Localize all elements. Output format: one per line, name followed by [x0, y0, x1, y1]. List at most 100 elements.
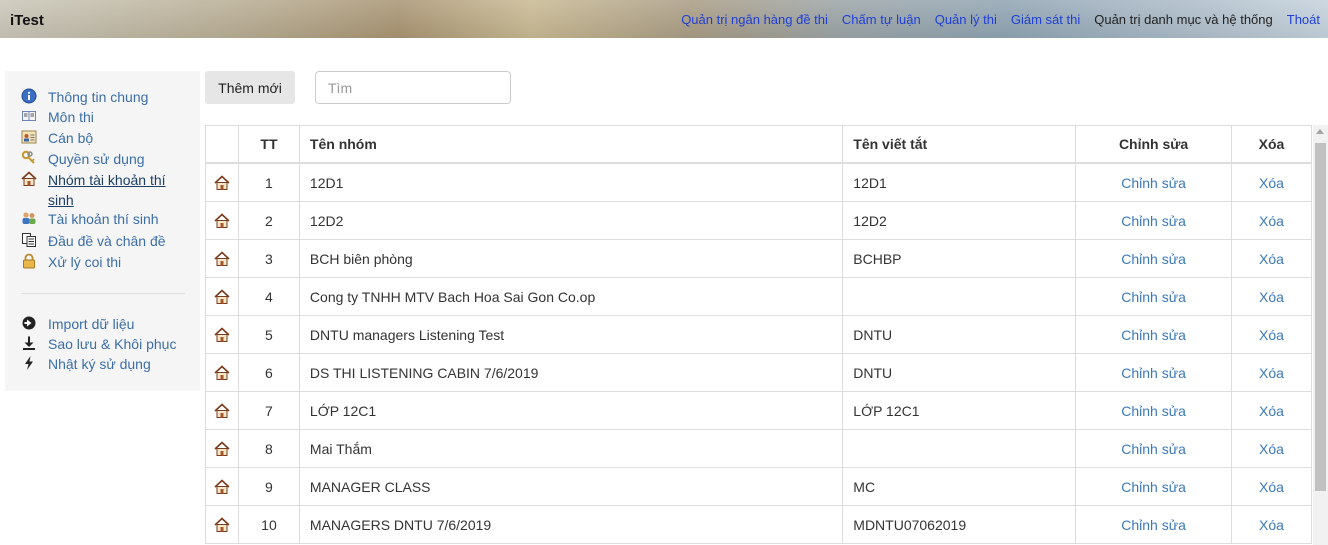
row-group-icon-cell[interactable] — [205, 277, 239, 316]
search-input[interactable] — [315, 71, 511, 104]
sidebar-item-label: Xử lý coi thi — [48, 254, 122, 270]
sidebar-item-label: Thông tin chung — [48, 89, 149, 105]
header-icon — [205, 125, 239, 164]
download-icon — [23, 336, 35, 350]
row-edit-link[interactable]: Chỉnh sửa — [1075, 505, 1232, 544]
row-group-name: LỚP 12C1 — [298, 391, 844, 430]
app-brand[interactable]: iTest — [10, 12, 44, 29]
table-row: 2 12D2 12D2 Chỉnh sửa Xóa — [205, 201, 1312, 240]
row-group-icon-cell[interactable] — [205, 239, 239, 278]
header-tt[interactable]: TT — [237, 125, 300, 164]
id-card-icon — [21, 130, 37, 144]
table-row: 8 Mai Thắm Chỉnh sửa Xóa — [205, 429, 1312, 468]
sidebar-item-proctoring[interactable]: Xử lý coi thi — [21, 252, 121, 272]
lock-icon — [23, 253, 35, 269]
scrollbar-thumb[interactable] — [1315, 143, 1326, 491]
row-edit-link[interactable]: Chỉnh sửa — [1075, 467, 1232, 506]
sidebar-item-label: Tài khoản thí sinh — [48, 211, 159, 227]
sidebar-item-label: Cán bộ — [48, 130, 94, 146]
row-delete-link[interactable]: Xóa — [1231, 315, 1312, 354]
row-delete-link[interactable]: Xóa — [1231, 391, 1312, 430]
row-delete-link[interactable]: Xóa — [1231, 467, 1312, 506]
row-group-icon-cell[interactable] — [205, 505, 239, 544]
row-delete-link[interactable]: Xóa — [1231, 429, 1312, 468]
sidebar-item-staff[interactable]: Cán bộ — [21, 128, 93, 148]
sidebar-item-label: Sao lưu & Khôi phục — [48, 336, 177, 352]
sidebar-item-student-accounts[interactable]: Tài khoản thí sinh — [21, 209, 159, 229]
sidebar-item-backup-restore[interactable]: Sao lưu & Khôi phục — [21, 334, 176, 354]
student-group-table: TT Tên nhóm Tên viết tắt Chỉnh sửa Xóa 1… — [205, 125, 1312, 544]
header-group-name[interactable]: Tên nhóm — [298, 125, 844, 164]
scroll-up-arrow[interactable] — [1316, 129, 1324, 134]
row-group-icon-cell[interactable] — [205, 162, 239, 202]
header-delete: Xóa — [1231, 125, 1312, 164]
book-icon — [22, 111, 36, 121]
sidebar-item-label: Quyền sử dụng — [48, 151, 145, 167]
add-new-button[interactable]: Thêm mới — [205, 71, 295, 104]
table-row: 1 12D1 12D1 Chỉnh sửa Xóa — [205, 162, 1312, 202]
top-nav-links: Quản trị ngân hàng đề thi Chấm tự luận Q… — [667, 12, 1320, 27]
nav-system-admin[interactable]: Quản trị danh mục và hệ thống — [1094, 12, 1273, 27]
row-tt: 10 — [237, 505, 300, 544]
sidebar-item-student-groups[interactable]: Nhóm tài khoản thí sinh — [21, 170, 173, 210]
row-abbreviation — [842, 277, 1077, 316]
row-edit-link[interactable]: Chỉnh sửa — [1075, 201, 1232, 240]
sidebar-item-activity-log[interactable]: Nhật ký sử dụng — [21, 354, 151, 374]
nav-question-bank[interactable]: Quản trị ngân hàng đề thi — [681, 12, 828, 27]
house-icon — [214, 175, 230, 191]
table-row: 4 Cong ty TNHH MTV Bach Hoa Sai Gon Co.op… — [205, 277, 1312, 316]
sidebar-item-import[interactable]: Import dữ liệu — [21, 314, 134, 334]
row-delete-link[interactable]: Xóa — [1231, 505, 1312, 544]
row-delete-link[interactable]: Xóa — [1231, 353, 1312, 392]
row-tt: 3 — [237, 239, 300, 278]
house-icon — [214, 479, 230, 495]
keys-icon — [21, 150, 35, 164]
row-edit-link[interactable]: Chỉnh sửa — [1075, 353, 1232, 392]
sidebar-item-header-footer[interactable]: Đầu đề và chân đề — [21, 231, 166, 251]
nav-exam-management[interactable]: Quản lý thi — [935, 12, 997, 27]
sidebar-item-permissions[interactable]: Quyền sử dụng — [21, 149, 145, 169]
row-edit-link[interactable]: Chỉnh sửa — [1075, 391, 1232, 430]
table-row: 10 MANAGERS DNTU 7/6/2019 MDNTU07062019 Chỉ… — [205, 505, 1312, 544]
sidebar-item-general-info[interactable]: Thông tin chung — [21, 87, 148, 107]
row-edit-link[interactable]: Chỉnh sửa — [1075, 239, 1232, 278]
nav-logout[interactable]: Thoát — [1287, 12, 1320, 27]
row-edit-link[interactable]: Chỉnh sửa — [1075, 315, 1232, 354]
bolt-icon — [25, 356, 33, 370]
row-delete-link[interactable]: Xóa — [1231, 239, 1312, 278]
row-abbreviation: BCHBP — [842, 239, 1077, 278]
nav-essay-grading[interactable]: Chấm tự luận — [842, 12, 921, 27]
row-tt: 9 — [237, 467, 300, 506]
row-delete-link[interactable]: Xóa — [1231, 162, 1312, 202]
users-icon — [22, 212, 36, 224]
row-group-name: Cong ty TNHH MTV Bach Hoa Sai Gon Co.op — [298, 277, 844, 316]
row-edit-link[interactable]: Chỉnh sửa — [1075, 162, 1232, 202]
header-abbreviation[interactable]: Tên viết tắt — [842, 125, 1077, 164]
table-row: 3 BCH biên phòng BCHBP Chỉnh sửa Xóa — [205, 239, 1312, 278]
group-table-container: TT Tên nhóm Tên viết tắt Chỉnh sửa Xóa 1… — [205, 125, 1312, 545]
row-tt: 2 — [237, 201, 300, 240]
table-header-row: TT Tên nhóm Tên viết tắt Chỉnh sửa Xóa — [205, 125, 1312, 164]
row-tt: 7 — [237, 391, 300, 430]
row-tt: 8 — [237, 429, 300, 468]
sidebar-item-subjects[interactable]: Môn thi — [21, 107, 94, 127]
arrow-circle-right-icon — [22, 316, 36, 330]
row-group-icon-cell[interactable] — [205, 429, 239, 468]
row-edit-link[interactable]: Chỉnh sửa — [1075, 277, 1232, 316]
table-row: 9 MANAGER CLASS MC Chỉnh sửa Xóa — [205, 467, 1312, 506]
row-group-name: BCH biên phòng — [298, 239, 844, 278]
row-group-name: MANAGERS DNTU 7/6/2019 — [298, 505, 844, 544]
nav-exam-monitoring[interactable]: Giám sát thi — [1011, 12, 1080, 27]
row-abbreviation: 12D1 — [842, 162, 1077, 202]
house-icon — [214, 365, 230, 381]
row-edit-link[interactable]: Chỉnh sửa — [1075, 429, 1232, 468]
house-icon — [214, 289, 230, 305]
row-group-icon-cell[interactable] — [205, 201, 239, 240]
row-group-icon-cell[interactable] — [205, 467, 239, 506]
row-group-icon-cell[interactable] — [205, 315, 239, 354]
row-group-icon-cell[interactable] — [205, 353, 239, 392]
row-group-icon-cell[interactable] — [205, 391, 239, 430]
house-icon — [214, 251, 230, 267]
row-delete-link[interactable]: Xóa — [1231, 201, 1312, 240]
row-delete-link[interactable]: Xóa — [1231, 277, 1312, 316]
